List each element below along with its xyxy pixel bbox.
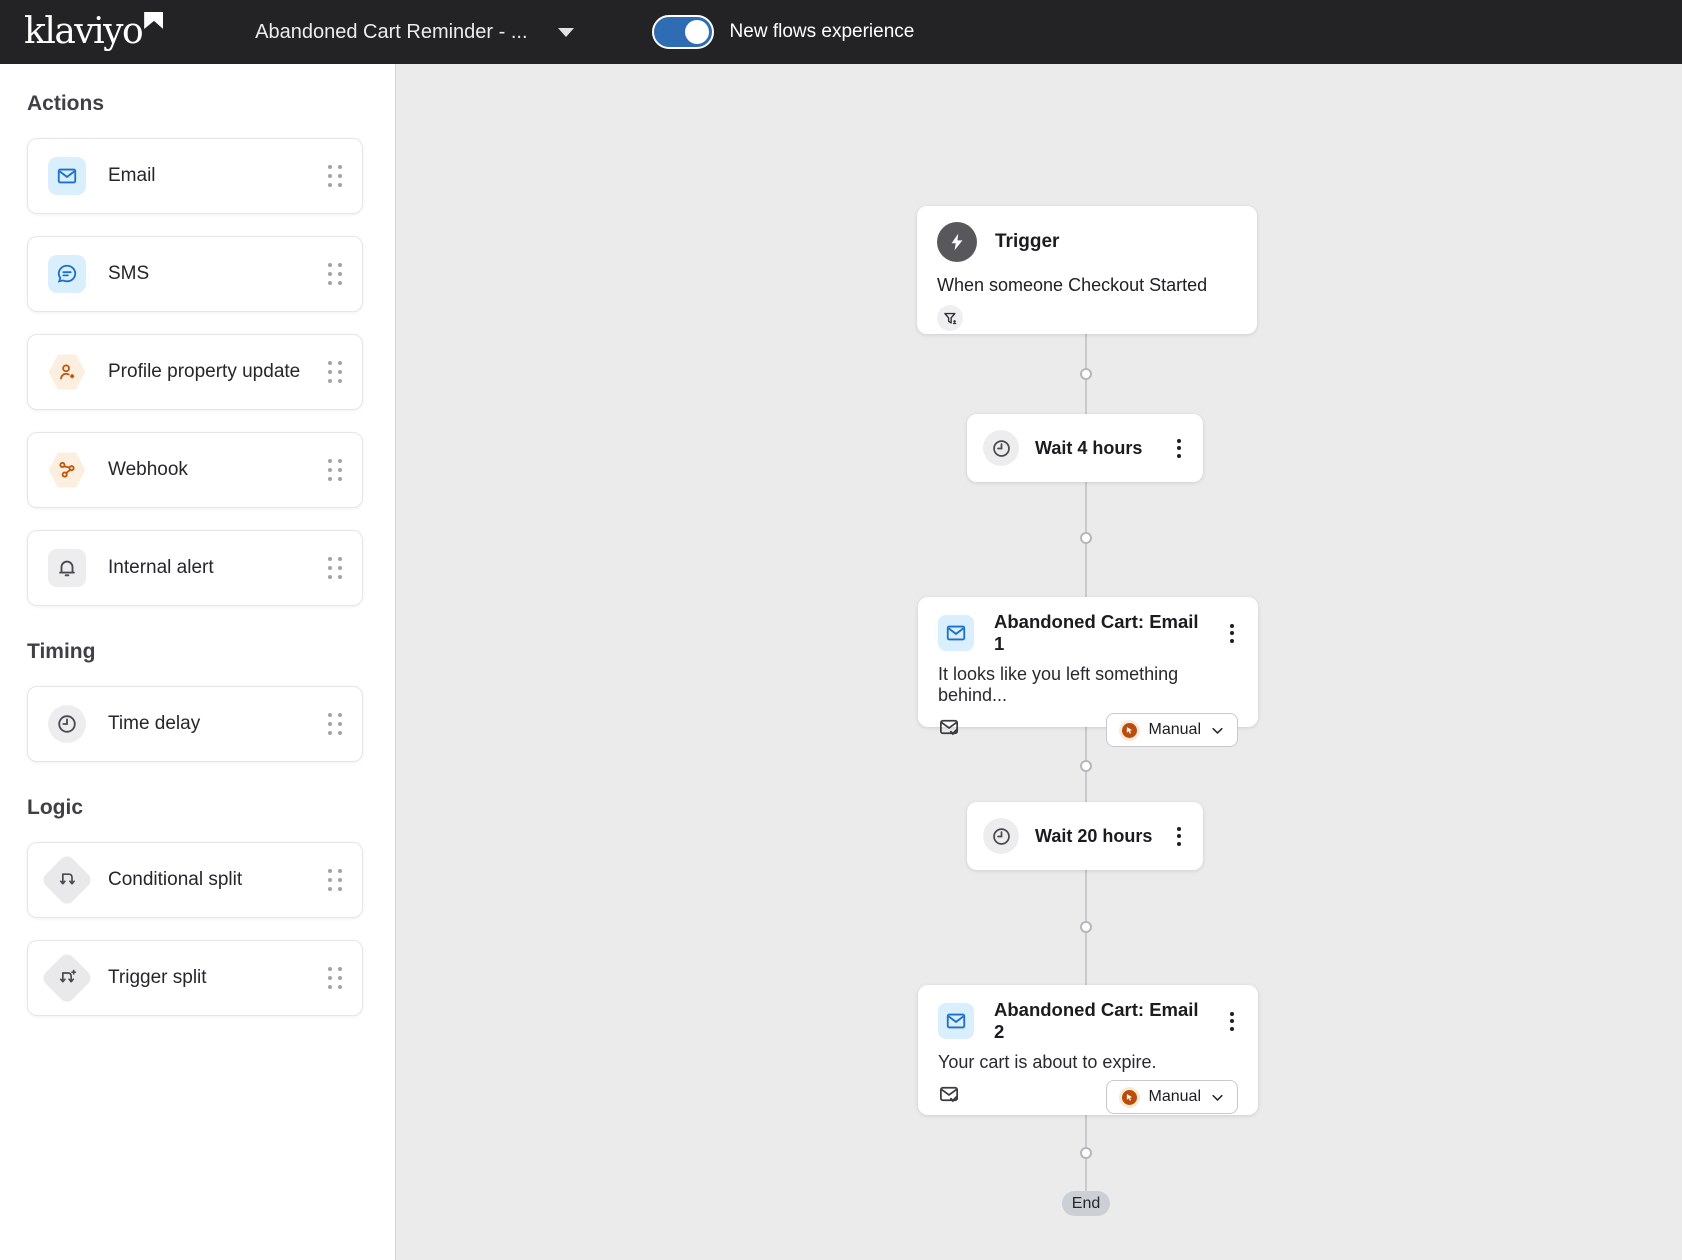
new-flows-toggle[interactable] — [652, 15, 714, 49]
email-icon — [938, 615, 974, 651]
trigger-card[interactable]: Trigger When someone Checkout Started — [917, 206, 1257, 334]
email-subject: It looks like you left something behind.… — [938, 664, 1238, 706]
sidebar-item-email[interactable]: Email — [27, 138, 363, 214]
connector-node — [1080, 368, 1092, 380]
clock-icon — [983, 430, 1019, 466]
drag-handle-icon[interactable] — [328, 967, 342, 989]
lightning-icon — [937, 222, 977, 262]
manual-status-label: Manual — [1149, 721, 1201, 739]
drag-handle-icon[interactable] — [328, 869, 342, 891]
email-card-title: Abandoned Cart: Email 2 — [994, 999, 1206, 1043]
section-title-actions: Actions — [27, 92, 367, 116]
drag-handle-icon[interactable] — [328, 361, 342, 383]
wait-4-hours-card[interactable]: Wait 4 hours — [967, 414, 1203, 482]
connector-node — [1080, 921, 1092, 933]
end-badge-label: End — [1072, 1195, 1100, 1213]
trigger-title: Trigger — [995, 231, 1059, 253]
chevron-down-icon — [558, 28, 574, 37]
clock-icon — [983, 818, 1019, 854]
sidebar-item-profile-property-update[interactable]: Profile property update — [27, 334, 363, 410]
klaviyo-logo-text: klaviyo — [24, 14, 142, 50]
clock-icon — [48, 705, 86, 743]
kebab-menu-icon[interactable] — [1173, 821, 1185, 852]
email-check-icon — [938, 1083, 961, 1111]
sidebar-item-label: Email — [108, 165, 156, 187]
klaviyo-logo[interactable]: klaviyo — [24, 14, 163, 50]
sidebar-item-trigger-split[interactable]: Trigger split — [27, 940, 363, 1016]
manual-status-label: Manual — [1149, 1088, 1201, 1106]
sidebar-item-time-delay[interactable]: Time delay — [27, 686, 363, 762]
manual-status-dropdown[interactable]: Manual — [1106, 1080, 1238, 1114]
email-icon — [938, 1003, 974, 1039]
split-icon — [40, 951, 94, 1005]
klaviyo-flag-icon — [144, 12, 163, 29]
flow-title-dropdown[interactable]: Abandoned Cart Reminder - ... — [255, 21, 573, 44]
wait-20-hours-card[interactable]: Wait 20 hours — [967, 802, 1203, 870]
chevron-down-icon — [1210, 723, 1225, 738]
sidebar-item-label: Internal alert — [108, 557, 214, 579]
manual-status-icon — [1119, 720, 1140, 741]
email-subject: Your cart is about to expire. — [938, 1052, 1238, 1073]
kebab-menu-icon[interactable] — [1173, 433, 1185, 464]
webhook-icon — [48, 451, 86, 489]
sidebar-item-label: Profile property update — [108, 361, 300, 383]
wait-card-title: Wait 20 hours — [1035, 826, 1152, 847]
toggle-knob — [685, 20, 709, 44]
connector-node — [1080, 1147, 1092, 1159]
drag-handle-icon[interactable] — [328, 557, 342, 579]
flow-title: Abandoned Cart Reminder - ... — [255, 21, 527, 44]
sidebar-item-label: Time delay — [108, 713, 200, 735]
drag-handle-icon[interactable] — [328, 713, 342, 735]
connector-node — [1080, 532, 1092, 544]
wait-card-title: Wait 4 hours — [1035, 438, 1142, 459]
toggle-label: New flows experience — [730, 21, 915, 43]
sidebar-item-label: Trigger split — [108, 967, 207, 989]
connector-node — [1080, 760, 1092, 772]
topbar: klaviyo Abandoned Cart Reminder - ... Ne… — [0, 0, 1682, 64]
drag-handle-icon[interactable] — [328, 165, 342, 187]
profile-property-icon — [48, 353, 86, 391]
bell-icon — [48, 549, 86, 587]
trigger-description: When someone Checkout Started — [937, 275, 1237, 296]
sidebar-item-label: SMS — [108, 263, 149, 285]
split-icon — [40, 853, 94, 907]
filter-person-icon[interactable] — [937, 305, 963, 331]
kebab-menu-icon[interactable] — [1226, 618, 1238, 649]
drag-handle-icon[interactable] — [328, 263, 342, 285]
end-badge: End — [1062, 1191, 1110, 1216]
sidebar-item-webhook[interactable]: Webhook — [27, 432, 363, 508]
chevron-down-icon — [1210, 1090, 1225, 1105]
sidebar-item-label: Conditional split — [108, 869, 242, 891]
sidebar-item-sms[interactable]: SMS — [27, 236, 363, 312]
email-check-icon — [938, 716, 961, 744]
email-1-card[interactable]: Abandoned Cart: Email 1 It looks like yo… — [918, 597, 1258, 727]
flow-canvas[interactable]: Trigger When someone Checkout Started Wa… — [397, 64, 1682, 1260]
section-title-timing: Timing — [27, 640, 367, 664]
manual-status-dropdown[interactable]: Manual — [1106, 713, 1238, 747]
email-card-title: Abandoned Cart: Email 1 — [994, 611, 1206, 655]
email-2-card[interactable]: Abandoned Cart: Email 2 Your cart is abo… — [918, 985, 1258, 1115]
sidebar-item-internal-alert[interactable]: Internal alert — [27, 530, 363, 606]
sms-icon — [48, 255, 86, 293]
sidebar-item-conditional-split[interactable]: Conditional split — [27, 842, 363, 918]
sidebar-item-label: Webhook — [108, 459, 188, 481]
sidebar: Actions Email SMS Profile property — [0, 64, 396, 1260]
drag-handle-icon[interactable] — [328, 459, 342, 481]
section-title-logic: Logic — [27, 796, 367, 820]
new-flows-toggle-wrap: New flows experience — [652, 15, 915, 49]
manual-status-icon — [1119, 1087, 1140, 1108]
email-icon — [48, 157, 86, 195]
kebab-menu-icon[interactable] — [1226, 1006, 1238, 1037]
